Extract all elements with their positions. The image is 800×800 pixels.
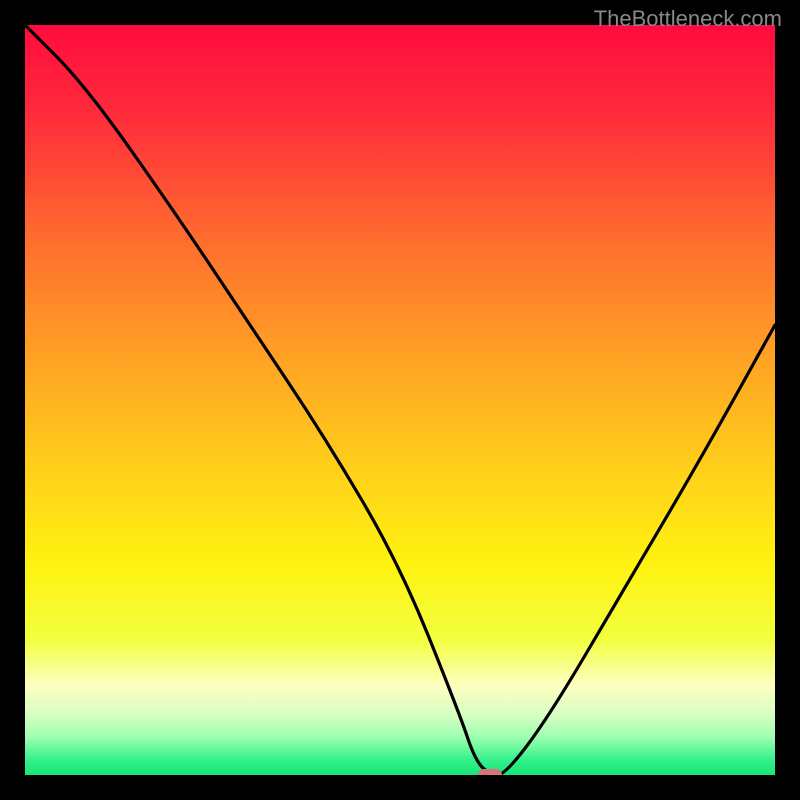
plot-area [25, 25, 775, 775]
chart-container: TheBottleneck.com [0, 0, 800, 800]
bottleneck-curve [25, 25, 775, 775]
watermark-text: TheBottleneck.com [594, 6, 782, 32]
optimal-marker [478, 769, 502, 775]
